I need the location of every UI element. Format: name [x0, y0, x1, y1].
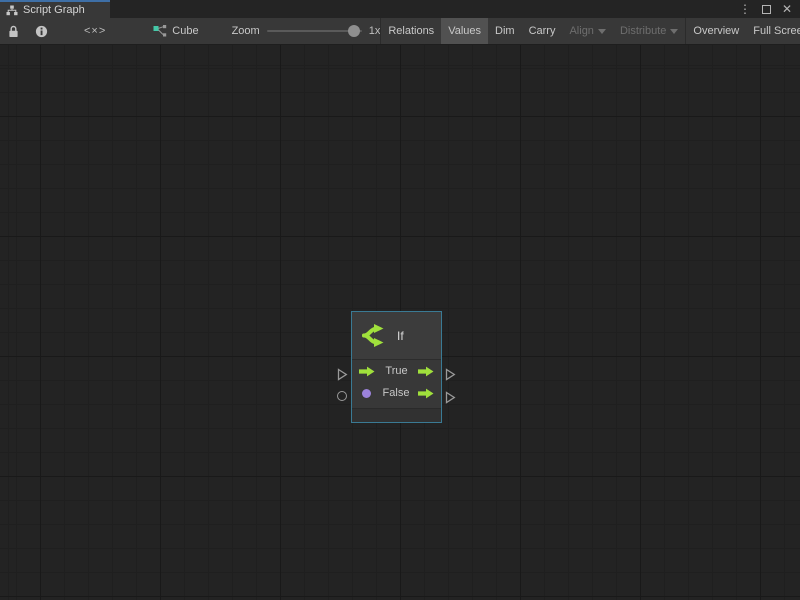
toolbar-button-carry[interactable]: Carry — [522, 18, 563, 44]
chevron-down-icon — [598, 29, 606, 34]
graph-toolbar: <×> Cube Zoom 1x Relations — [0, 18, 800, 45]
code-view-button[interactable]: <×> — [56, 18, 134, 44]
info-icon — [35, 25, 48, 38]
branch-icon — [361, 323, 388, 348]
graph-context-label: Cube — [172, 25, 198, 37]
value-input-port-condition[interactable] — [337, 391, 347, 401]
flow-output-port-true[interactable] — [445, 368, 456, 381]
hierarchy-graph-icon — [6, 5, 18, 16]
close-icon[interactable]: ✕ — [780, 2, 794, 16]
toolbar-button-values[interactable]: Values — [441, 18, 488, 44]
zoom-slider[interactable] — [267, 30, 362, 32]
hollow-triangle-icon — [445, 368, 456, 381]
lock-button[interactable] — [0, 18, 27, 44]
info-button[interactable] — [27, 18, 56, 44]
chevron-down-icon — [670, 29, 678, 34]
graph-context-button[interactable]: Cube — [146, 18, 205, 44]
flow-output-port-false[interactable] — [445, 391, 456, 404]
node-title: If — [397, 329, 404, 343]
port-row-false: False — [352, 382, 441, 404]
toolbar-button-relations[interactable]: Relations — [381, 18, 441, 44]
title-bar: Script Graph ⋮ ✕ — [0, 0, 800, 18]
flow-arrow-icon[interactable] — [359, 366, 375, 377]
flow-arrow-icon[interactable] — [418, 366, 434, 377]
zoom-slider-handle[interactable] — [348, 25, 360, 37]
if-node-wrapper: If True — [337, 311, 456, 425]
hollow-triangle-icon — [337, 368, 348, 381]
maximize-icon[interactable] — [759, 2, 773, 16]
flow-input-port-true[interactable] — [337, 368, 348, 381]
tab-label: Script Graph — [23, 4, 85, 16]
port-label-true: True — [379, 365, 414, 377]
window-controls: ⋮ ✕ — [738, 0, 800, 18]
toolbar-button-dim[interactable]: Dim — [488, 18, 522, 44]
port-row-true: True — [352, 360, 441, 382]
zoom-control: Zoom 1x — [232, 18, 381, 44]
graph-canvas[interactable]: If True — [0, 45, 800, 600]
hollow-triangle-icon — [445, 391, 456, 404]
zoom-label: Zoom — [232, 25, 260, 37]
lock-icon — [8, 25, 19, 38]
node-footer-bar — [352, 408, 441, 422]
toolbar-button-group: Relations Values Dim Carry Align Distrib… — [380, 18, 800, 44]
port-label-false: False — [378, 387, 414, 399]
toolbar-button-label: Align — [569, 25, 593, 37]
hollow-circle-icon — [337, 391, 347, 401]
toolbar-button-align[interactable]: Align — [562, 18, 612, 44]
window-menu-icon[interactable]: ⋮ — [738, 2, 752, 16]
toolbar-button-distribute[interactable]: Distribute — [613, 18, 685, 44]
zoom-level: 1x — [369, 25, 381, 37]
if-node-header[interactable]: If — [352, 312, 441, 360]
toolbar-button-full-screen[interactable]: Full Screen — [746, 18, 800, 44]
script-graph-window: Script Graph ⋮ ✕ — [0, 0, 800, 600]
code-view-icon: <×> — [84, 25, 106, 37]
tab-script-graph[interactable]: Script Graph — [0, 0, 110, 18]
flow-arrow-icon[interactable] — [418, 388, 434, 399]
value-dot-icon[interactable] — [362, 389, 371, 398]
toolbar-button-overview[interactable]: Overview — [686, 18, 746, 44]
toolbar-button-label: Distribute — [620, 25, 666, 37]
graph-context-icon — [153, 25, 167, 37]
if-node[interactable]: If True — [351, 311, 442, 423]
